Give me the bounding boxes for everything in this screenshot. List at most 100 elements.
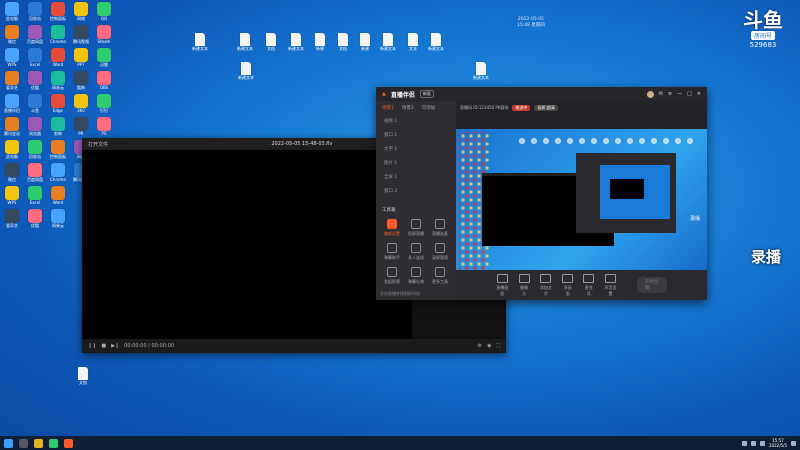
desktop-icon[interactable]: 百度网盘	[24, 163, 46, 182]
tool-cast[interactable]: 投屏直播	[404, 219, 428, 237]
tool-record[interactable]: 录屏管理	[428, 243, 452, 261]
tool-vote[interactable]: 发起投票	[380, 267, 404, 285]
multi-view-button[interactable]: 多画面	[562, 273, 574, 297]
desktop-icon[interactable]: Word	[47, 48, 69, 67]
tab-scene-2[interactable]: 场景2	[402, 105, 414, 111]
desktop-file[interactable]: 新建文本	[423, 33, 449, 51]
desktop-icon[interactable]: 回收站	[24, 2, 46, 21]
tool-danmaku[interactable]: 弹幕助手	[380, 243, 404, 261]
desktop-icon[interactable]: PPT	[70, 48, 92, 67]
desktop-icon[interactable]: 网易云	[47, 71, 69, 90]
browser-icon[interactable]	[49, 438, 58, 448]
desktop-icon[interactable]: 爱奇艺	[1, 209, 23, 228]
avatar[interactable]	[646, 90, 654, 98]
desktop-icon[interactable]: OBS	[93, 71, 115, 90]
quality-badge[interactable]: 画质:超清	[534, 105, 558, 111]
go-live-button[interactable]: 开始直播	[636, 277, 668, 293]
desktop-icon[interactable]: 优酷	[24, 209, 46, 228]
desktop-icon[interactable]: 优酷	[24, 71, 46, 90]
scene-item[interactable]: 窗口 2	[376, 185, 456, 199]
desktop-icon[interactable]: 微信	[1, 25, 23, 44]
close-icon[interactable]: ✕	[697, 91, 701, 97]
volume-icon[interactable]: ◉	[487, 343, 491, 349]
notification-icon[interactable]	[791, 440, 796, 446]
desktop-icon[interactable]: QQ	[93, 2, 115, 21]
scene-item[interactable]: 视频 1	[376, 115, 456, 129]
desktop-icon[interactable]: PR	[70, 117, 92, 136]
scene-item[interactable]: 全屏 1	[376, 171, 456, 185]
stream-tool-taskbar-icon[interactable]	[64, 438, 73, 448]
desktop-icon[interactable]: 斗鱼	[24, 94, 46, 113]
desktop-icon[interactable]: 此电脑	[1, 2, 23, 21]
tab-scene-1[interactable]: 场景1	[382, 105, 394, 111]
desktop-file[interactable]: 新建文本	[283, 33, 309, 51]
desktop-icon[interactable]: Excel	[24, 48, 46, 67]
desktop-file[interactable]: 新建文本	[375, 33, 401, 51]
fullscreen-icon[interactable]: ⛶	[496, 343, 500, 349]
tool-link-mic[interactable]: 直播连麦	[428, 219, 452, 237]
desktop-icon[interactable]: Chrome	[47, 163, 69, 182]
microphone-button[interactable]: 麦克风	[583, 273, 595, 297]
volume-tray-icon[interactable]	[751, 440, 757, 446]
desktop-icon[interactable]: Word	[47, 186, 69, 205]
desktop-file[interactable]: 新建文本	[232, 33, 258, 51]
next-icon[interactable]: ▶❙	[111, 343, 119, 349]
desktop-icon[interactable]: 腾讯视频	[70, 25, 92, 44]
desktop-icon[interactable]: 微信	[1, 163, 23, 182]
minimize-icon[interactable]: —	[677, 91, 682, 97]
desktop-file[interactable]: 新建文本	[233, 62, 259, 80]
mail-icon[interactable]: ✉	[659, 91, 663, 97]
desktop-icon[interactable]: 爱奇艺	[1, 71, 23, 90]
desktop-file[interactable]: 新建文本	[468, 62, 494, 80]
taskbar-clock[interactable]: 15:57 2022/5/5	[769, 438, 787, 448]
tool-more[interactable]: 更多工具	[428, 267, 452, 285]
desktop-icon[interactable]: 酷狗	[70, 71, 92, 90]
desktop-icon[interactable]: PS	[93, 117, 115, 136]
explorer-icon[interactable]	[34, 438, 43, 448]
desktop-icon[interactable]: 直播伴侣	[1, 94, 23, 113]
scene-item[interactable]: 图片 1	[376, 157, 456, 171]
desktop-file[interactable]: 文档	[70, 367, 96, 385]
desktop-icon[interactable]: 控制面板	[47, 2, 69, 21]
stream-tool-window[interactable]: ▲ 直播伴侣 新版 ✉ ≡ — □ ✕ 场景1 场景2 可添加 视频 1 窗口 …	[376, 87, 707, 300]
screen-capture-button[interactable]: 直播画面	[496, 273, 509, 297]
tool-multi[interactable]: 多人连线	[404, 243, 428, 261]
tool-gift[interactable]: 弹幕礼物	[404, 267, 428, 285]
tab-add[interactable]: 可添加	[422, 105, 436, 111]
desktop-icon[interactable]: 迅雷	[93, 48, 115, 67]
tool-beauty[interactable]: 美颜设置	[380, 219, 404, 237]
desktop-icon[interactable]: Excel	[24, 186, 46, 205]
stop-icon[interactable]: ■	[101, 343, 106, 349]
desktop-icon[interactable]: 钉钉	[93, 94, 115, 113]
desktop-icon[interactable]: 此电脑	[1, 140, 23, 159]
desktop-icon[interactable]: 回收站	[24, 140, 46, 159]
menu-icon[interactable]: ≡	[668, 91, 672, 97]
desktop-icon[interactable]: WPS	[1, 186, 23, 205]
input-method-icon[interactable]	[760, 440, 766, 446]
start-icon[interactable]	[4, 438, 13, 448]
desktop-icon[interactable]: Steam	[93, 25, 115, 44]
network-icon[interactable]	[742, 440, 748, 446]
search-icon[interactable]	[19, 438, 28, 448]
add-text-button[interactable]: 添加文字	[540, 273, 553, 297]
camera-button[interactable]: 摄像头	[518, 273, 530, 297]
scene-item[interactable]: 窗口 1	[376, 129, 456, 143]
desktop-icon[interactable]: 剪映	[47, 117, 69, 136]
desktop-icon[interactable]: 百度网盘	[24, 25, 46, 44]
desktop-icon[interactable]: Edge	[47, 94, 69, 113]
desktop-icon[interactable]: 控制面板	[47, 140, 69, 159]
desktop-icon[interactable]: WPS	[1, 48, 23, 67]
pause-icon[interactable]: ❙❙	[88, 343, 96, 349]
desktop-icon[interactable]: 网易云	[47, 209, 69, 228]
desktop-icon[interactable]: 网络	[70, 2, 92, 21]
desktop-icon[interactable]: 腾讯会议	[1, 117, 23, 136]
desktop-file[interactable]: 文档	[258, 33, 284, 51]
stream-preview[interactable]: 录播	[456, 129, 707, 282]
desktop-file[interactable]: 新建文本	[187, 33, 213, 51]
desktop-icon[interactable]: Chrome	[47, 25, 69, 44]
desktop-icon[interactable]: 浏览器	[24, 117, 46, 136]
settings-icon[interactable]: ⚙	[478, 343, 482, 349]
scene-item[interactable]: 文字 1	[376, 143, 456, 157]
open-file-label[interactable]: 打开文件	[88, 141, 108, 148]
sound-settings-button[interactable]: 声音设置	[604, 273, 617, 297]
